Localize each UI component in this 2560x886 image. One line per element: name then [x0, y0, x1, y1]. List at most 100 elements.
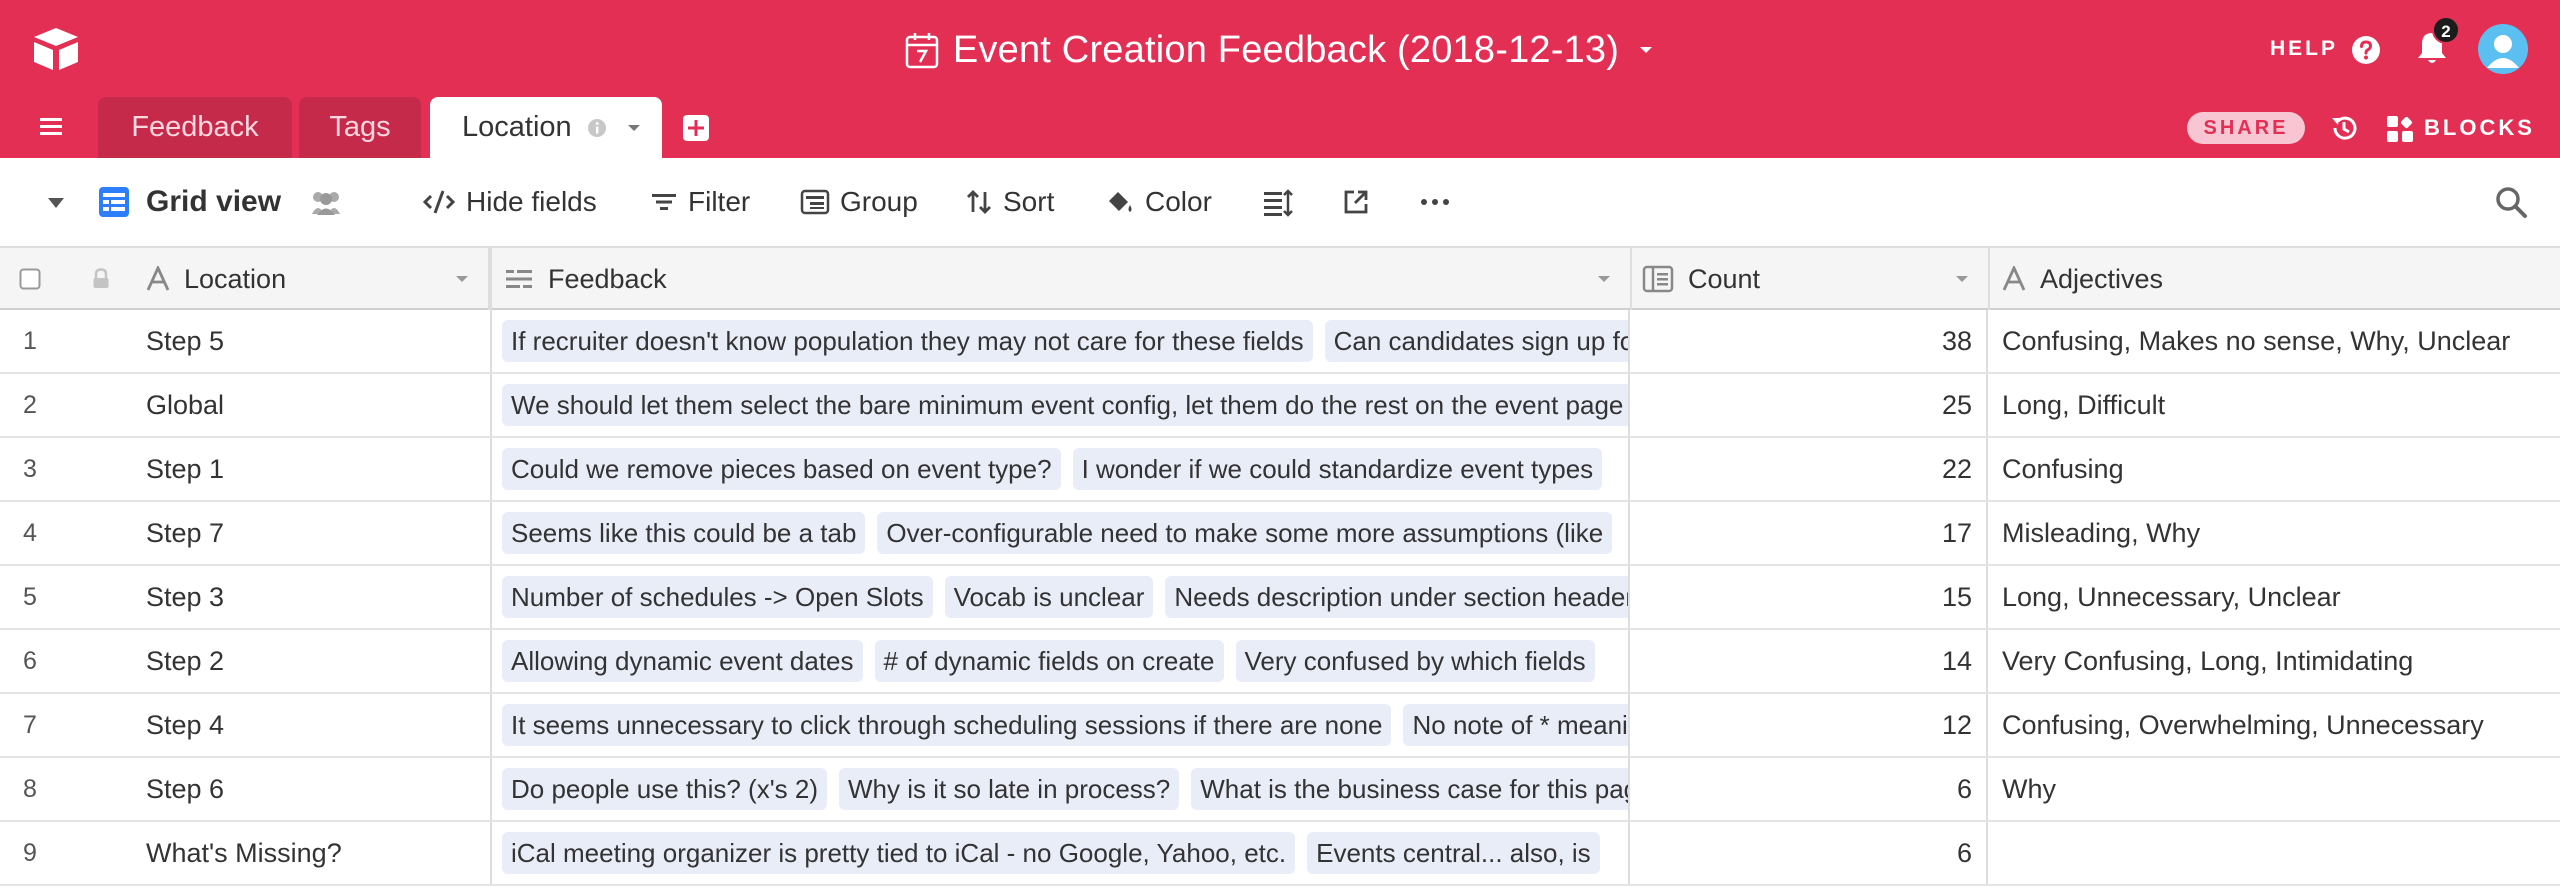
location-cell[interactable]: Step 4 — [146, 694, 486, 756]
history-icon[interactable] — [2328, 112, 2360, 144]
table-row[interactable]: 2 Global We should let them select the b… — [0, 374, 2560, 438]
table-row[interactable]: 8 Step 6 Do people use this? (x's 2) Why… — [0, 758, 2560, 822]
adjectives-cell[interactable]: Very Confusing, Long, Intimidating — [1990, 630, 2560, 692]
count-cell[interactable]: 6 — [1632, 758, 1988, 820]
tab-feedback[interactable]: Feedback — [98, 97, 292, 158]
feedback-cell[interactable]: It seems unnecessary to click through sc… — [490, 694, 1630, 756]
base-title-bar[interactable]: Event Creation Feedback (2018-12-13) — [0, 22, 2560, 78]
tab-location[interactable]: Location — [430, 97, 662, 158]
adjectives-cell[interactable] — [1990, 822, 2560, 884]
column-header-adjectives[interactable]: Adjectives — [1990, 248, 2560, 310]
grid-view-icon[interactable] — [97, 185, 131, 219]
location-cell[interactable]: Step 2 — [146, 630, 486, 692]
sort-button[interactable]: Sort — [965, 158, 1054, 246]
table-row[interactable]: 3 Step 1 Could we remove pieces based on… — [0, 438, 2560, 502]
table-row[interactable]: 7 Step 4 It seems unnecessary to click t… — [0, 694, 2560, 758]
chevron-down-icon[interactable] — [1954, 274, 1970, 284]
feedback-cell[interactable]: We should let them select the bare minim… — [490, 374, 1630, 436]
count-cell[interactable]: 15 — [1632, 566, 1988, 628]
row-number: 1 — [23, 326, 37, 355]
location-cell[interactable]: Step 5 — [146, 310, 486, 372]
feedback-chip: It seems unnecessary to click through sc… — [502, 704, 1392, 746]
adjectives-cell[interactable]: Confusing — [1990, 438, 2560, 500]
row-number: 6 — [23, 646, 37, 675]
adjectives-cell[interactable]: Why — [1990, 758, 2560, 820]
location-cell[interactable]: Step 6 — [146, 758, 486, 820]
feedback-chip: Needs description under section headers — [1165, 576, 1628, 618]
paint-bucket-icon — [1109, 192, 1132, 212]
color-button[interactable]: Color — [1105, 158, 1212, 246]
location-cell[interactable]: Step 3 — [146, 566, 486, 628]
feedback-cell[interactable]: Seems like this could be a tab Over-conf… — [490, 502, 1630, 564]
multiselect-field-type-icon — [506, 270, 532, 288]
adjectives-cell[interactable]: Long, Difficult — [1990, 374, 2560, 436]
filter-button[interactable]: Filter — [650, 158, 750, 246]
table-row[interactable]: 9 What's Missing? iCal meeting organizer… — [0, 822, 2560, 886]
add-table-icon[interactable] — [682, 114, 710, 142]
chevron-down-icon[interactable] — [1596, 274, 1612, 284]
share-view-icon[interactable] — [1342, 188, 1370, 216]
feedback-chip: I wonder if we could standardize event t… — [1072, 448, 1603, 490]
blocks-icon[interactable] — [2385, 114, 2415, 144]
count-cell[interactable]: 12 — [1632, 694, 1988, 756]
row-number: 5 — [23, 582, 37, 611]
select-all-checkbox-cell[interactable] — [0, 248, 60, 310]
view-name[interactable]: Grid view — [146, 158, 281, 246]
more-options-icon[interactable] — [1420, 196, 1450, 208]
hide-fields-button[interactable]: Hide fields — [422, 158, 597, 246]
feedback-cell[interactable]: Could we remove pieces based on event ty… — [490, 438, 1630, 500]
column-header-feedback[interactable]: Feedback — [490, 248, 1632, 310]
text-field-type-icon — [146, 266, 170, 291]
location-cell[interactable]: Step 7 — [146, 502, 486, 564]
collaborators-icon[interactable] — [308, 188, 344, 216]
share-button[interactable]: SHARE — [2187, 112, 2305, 144]
feedback-cell[interactable]: iCal meeting organizer is pretty tied to… — [490, 822, 1630, 884]
adjectives-cell[interactable]: Confusing, Overwhelming, Unnecessary — [1990, 694, 2560, 756]
view-switcher-caret-icon[interactable] — [46, 196, 66, 210]
location-cell[interactable]: Global — [146, 374, 486, 436]
base-title[interactable]: Event Creation Feedback (2018-12-13) — [953, 29, 1619, 72]
adjectives-cell[interactable]: Long, Unnecessary, Unclear — [1990, 566, 2560, 628]
feedback-cell[interactable]: Allowing dynamic event dates # of dynami… — [490, 630, 1630, 692]
adjectives-cell[interactable]: Confusing, Makes no sense, Why, Unclear — [1990, 310, 2560, 372]
text-field-type-icon — [2002, 266, 2026, 291]
user-avatar[interactable] — [2478, 24, 2528, 74]
column-header-label: Count — [1688, 263, 1761, 294]
blocks-button[interactable]: BLOCKS — [2424, 115, 2535, 141]
tab-tags[interactable]: Tags — [299, 97, 421, 158]
feedback-cell[interactable]: Do people use this? (x's 2) Why is it so… — [490, 758, 1630, 820]
info-icon[interactable] — [586, 117, 608, 139]
row-height-icon[interactable] — [1262, 188, 1294, 218]
count-cell[interactable]: 38 — [1632, 310, 1988, 372]
tab-label: Feedback — [131, 111, 259, 143]
search-icon[interactable] — [2494, 185, 2528, 219]
table-row[interactable]: 6 Step 2 Allowing dynamic event dates # … — [0, 630, 2560, 694]
group-button[interactable]: Group — [800, 158, 918, 246]
count-cell[interactable]: 17 — [1632, 502, 1988, 564]
calendar-icon — [905, 33, 939, 69]
count-cell[interactable]: 25 — [1632, 374, 1988, 436]
row-number: 7 — [23, 710, 37, 739]
tab-label: Location — [462, 111, 572, 143]
hamburger-menu-icon[interactable] — [40, 116, 66, 138]
chevron-down-icon[interactable] — [626, 123, 642, 133]
table-row[interactable]: 4 Step 7 Seems like this could be a tab … — [0, 502, 2560, 566]
user-silhouette-icon — [2487, 35, 2519, 68]
checkbox-icon[interactable] — [19, 268, 41, 290]
feedback-cell[interactable]: If recruiter doesn't know population the… — [490, 310, 1630, 372]
adjectives-cell[interactable]: Misleading, Why — [1990, 502, 2560, 564]
location-cell[interactable]: What's Missing? — [146, 822, 486, 884]
column-header-location[interactable]: Location — [146, 248, 490, 310]
table-row[interactable]: 5 Step 3 Number of schedules -> Open Slo… — [0, 566, 2560, 630]
help-question-icon[interactable] — [2350, 34, 2382, 66]
help-button[interactable]: HELP — [2270, 37, 2338, 61]
chevron-down-icon[interactable] — [454, 274, 470, 284]
count-cell[interactable]: 14 — [1632, 630, 1988, 692]
location-cell[interactable]: Step 1 — [146, 438, 486, 500]
feedback-cell[interactable]: Number of schedules -> Open Slots Vocab … — [490, 566, 1630, 628]
count-cell[interactable]: 22 — [1632, 438, 1988, 500]
count-cell[interactable]: 6 — [1632, 822, 1988, 884]
chevron-down-icon[interactable] — [1637, 44, 1655, 56]
column-header-count[interactable]: Count — [1632, 248, 1990, 310]
table-row[interactable]: 1 Step 5 If recruiter doesn't know popul… — [0, 310, 2560, 374]
